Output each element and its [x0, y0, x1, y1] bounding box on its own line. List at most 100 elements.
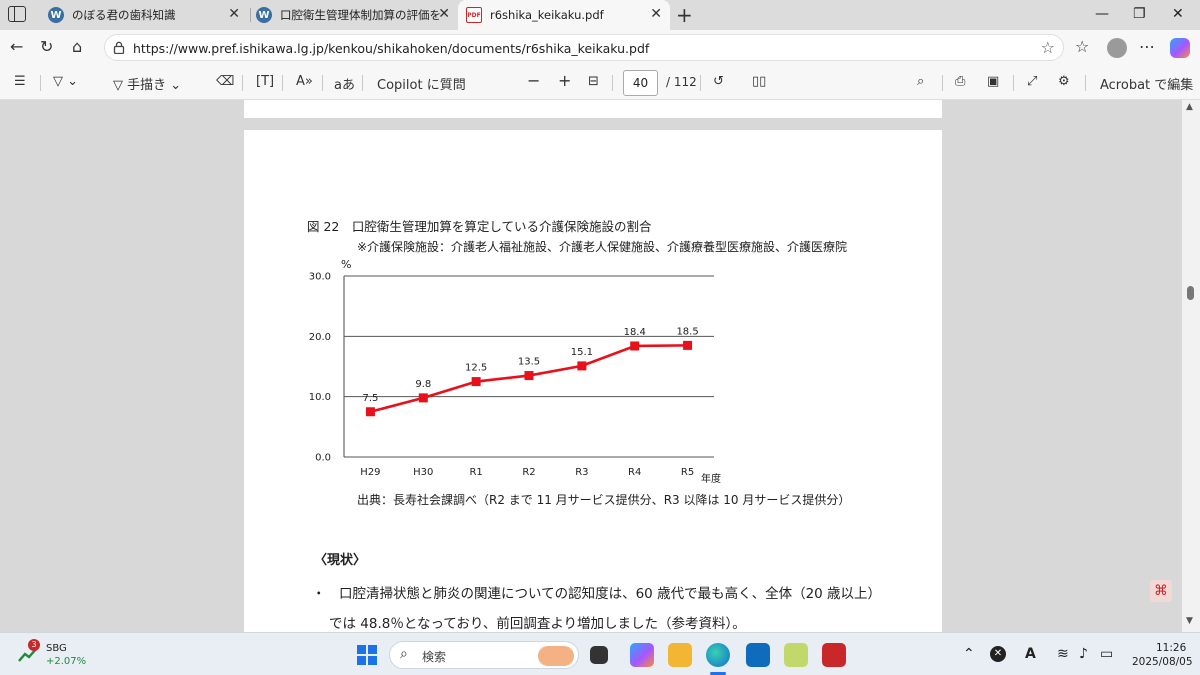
notepad-icon[interactable] — [784, 643, 808, 667]
stock-name: SBG — [46, 643, 67, 654]
copilot-icon[interactable] — [1170, 38, 1190, 58]
font-app-icon[interactable]: A — [1025, 646, 1036, 662]
data-label: 18.4 — [624, 327, 646, 338]
volume-icon[interactable]: ♪ — [1079, 646, 1088, 662]
highlight-icon[interactable]: ▽ ⌄ — [53, 74, 78, 89]
pdf-toolbar: ☰ ▽ ⌄ ▽ 手描き ⌄ ⌫ [T] A» aあ Copilot に質問 − … — [0, 65, 1200, 100]
tab-pdf[interactable]: PDF r6shika_keikaku.pdf ✕ — [458, 0, 670, 30]
settings-gear-icon[interactable]: ⚙ — [1058, 74, 1070, 89]
home-icon[interactable]: ⌂ — [72, 37, 82, 56]
url-field[interactable]: https://www.pref.ishikawa.lg.jp/kenkou/s… — [104, 34, 1064, 61]
x-axis-label: 年度 — [701, 472, 721, 485]
edge-browser-icon[interactable] — [706, 643, 730, 667]
show-hidden-icons-icon[interactable]: ⌃ — [963, 646, 975, 662]
taskbar-search[interactable]: ⌕ 検索 — [389, 641, 579, 669]
favorite-star-icon[interactable]: ☆ — [1041, 38, 1055, 57]
acrobat-icon[interactable]: ⌘ — [1150, 580, 1172, 602]
outlook-icon[interactable] — [746, 643, 770, 667]
y-tick-label: 0.0 — [315, 453, 331, 464]
close-circle-icon[interactable]: ✕ — [990, 646, 1006, 662]
search-placeholder: 検索 — [422, 650, 447, 664]
previous-page — [244, 100, 942, 118]
address-bar: ← ↻ ⌂ https://www.pref.ishikawa.lg.jp/ke… — [0, 30, 1200, 65]
file-explorer-icon[interactable] — [668, 643, 692, 667]
data-point — [365, 407, 375, 417]
toolbar-divider — [242, 75, 243, 91]
copilot-app-icon[interactable] — [630, 643, 654, 667]
wifi-icon[interactable]: ≋ — [1057, 646, 1069, 662]
restore-icon[interactable]: ❐ — [1133, 6, 1146, 22]
draw-label: 手描き — [127, 78, 167, 93]
fit-width-icon[interactable]: ⊟ — [588, 74, 599, 89]
close-tab-icon[interactable]: ✕ — [650, 7, 662, 21]
x-tick-label: H30 — [413, 467, 433, 478]
draw-button[interactable]: ▽ 手描き ⌄ — [113, 74, 181, 93]
tab-kokueisei[interactable]: W 口腔衛生管理体制加算の評価を廃 ✕ — [252, 0, 458, 30]
favorites-icon[interactable]: ☆ — [1075, 37, 1089, 56]
lock-icon[interactable] — [113, 41, 125, 54]
close-tab-icon[interactable]: ✕ — [438, 7, 450, 21]
bullet-text: ・ 口腔清掃状態と肺炎の関連についての認知度は、60 歳代で最も高く、全体（20… — [312, 586, 882, 602]
zoom-in-icon[interactable]: + — [558, 71, 571, 90]
toolbar-divider — [282, 75, 283, 91]
windows-start-icon[interactable] — [357, 645, 377, 665]
copilot-ask-button[interactable]: Copilot に質問 — [377, 74, 466, 93]
save-icon[interactable]: ▣ — [987, 74, 999, 89]
rotate-icon[interactable]: ↺ — [713, 74, 724, 89]
x-tick-label: R2 — [522, 467, 535, 478]
tab-divider — [250, 8, 251, 22]
print-icon[interactable]: ⎙ — [955, 74, 965, 89]
scroll-thumb[interactable] — [1187, 286, 1194, 300]
tab-title: 口腔衛生管理体制加算の評価を廃 — [280, 8, 440, 22]
search-icon[interactable]: ⌕ — [917, 74, 924, 89]
figure-note: ※介護保険施設：介護老人福祉施設、介護老人保健施設、介護療養型医療施設、介護医療… — [357, 240, 848, 254]
data-point — [524, 371, 534, 381]
toolbar-divider — [1085, 75, 1086, 91]
bullet-text-continued: では 48.8％となっており、前回調査より増加しました（参考資料）。 — [329, 616, 746, 632]
vertical-scrollbar[interactable]: ▲ ▼ — [1182, 100, 1200, 632]
search-icon: ⌕ — [400, 646, 408, 662]
eraser-icon[interactable]: ⌫ — [216, 74, 234, 89]
back-icon[interactable]: ← — [10, 37, 23, 56]
y-tick-label: 20.0 — [309, 332, 331, 343]
line-chart: 0.0 10.0 20.0 30.0 H29 H30 R1 R2 R3 R4 R5 7.5 9.8 1… — [309, 258, 721, 485]
minimize-icon[interactable]: — — [1095, 6, 1109, 22]
more-menu-icon[interactable]: ⋯ — [1139, 37, 1155, 56]
battery-icon[interactable]: ▭ — [1100, 646, 1113, 662]
page-view-icon[interactable]: ▯▯ — [752, 74, 766, 89]
tab-actions-icon[interactable] — [8, 6, 26, 22]
pdf-app-icon[interactable] — [822, 643, 846, 667]
page-total: / 112 — [666, 75, 697, 89]
x-tick-label: R5 — [681, 467, 694, 478]
taskbar: 3 SBG +2.07% ⌕ 検索 ⌃ ✕ A ≋ ♪ ▭ 11:26 2025… — [0, 632, 1200, 675]
data-point — [577, 361, 587, 371]
data-label: 13.5 — [518, 357, 540, 368]
data-label: 7.5 — [362, 393, 378, 404]
scroll-up-icon[interactable]: ▲ — [1186, 102, 1193, 112]
document-viewer[interactable]: 図 22 口腔衛生管理加算を算定している介護保険施設の割合 ※介護保険施設：介護… — [0, 100, 1182, 632]
source-note: 出典：長寿社会課調べ（R2 まで 11 月サービス提供分、R3 以降は 10 月… — [357, 493, 851, 507]
contents-icon[interactable]: ☰ — [14, 74, 26, 89]
new-tab-icon[interactable]: + — [676, 3, 693, 27]
clock-time[interactable]: 11:26 — [1156, 642, 1186, 654]
acrobat-edit-button[interactable]: Acrobat で編集 — [1100, 74, 1193, 93]
clock-date[interactable]: 2025/08/05 — [1132, 656, 1193, 668]
fullscreen-icon[interactable]: ⤢ — [1027, 74, 1037, 89]
y-tick-label: 10.0 — [309, 392, 331, 403]
wordpress-icon: W — [256, 7, 272, 23]
text-size-button[interactable]: aあ — [334, 74, 355, 93]
close-window-icon[interactable]: ✕ — [1172, 6, 1184, 22]
text-box-icon[interactable]: [T] — [256, 74, 274, 89]
task-view-icon[interactable] — [590, 646, 608, 664]
tab-bar: W のぼる君の歯科知識 ✕ W 口腔衛生管理体制加算の評価を廃 ✕ PDF r6… — [0, 0, 1200, 30]
tab-nobokun[interactable]: W のぼる君の歯科知識 ✕ — [40, 0, 248, 30]
tab-title: r6shika_keikaku.pdf — [490, 8, 604, 22]
read-aloud-icon[interactable]: A» — [296, 74, 313, 89]
profile-avatar[interactable] — [1107, 38, 1127, 58]
page-number-input[interactable]: 40 — [623, 70, 658, 96]
refresh-icon[interactable]: ↻ — [40, 37, 53, 56]
close-tab-icon[interactable]: ✕ — [228, 7, 240, 21]
scroll-down-icon[interactable]: ▼ — [1186, 616, 1193, 626]
toolbar-divider — [612, 75, 613, 91]
zoom-out-icon[interactable]: − — [527, 71, 540, 90]
